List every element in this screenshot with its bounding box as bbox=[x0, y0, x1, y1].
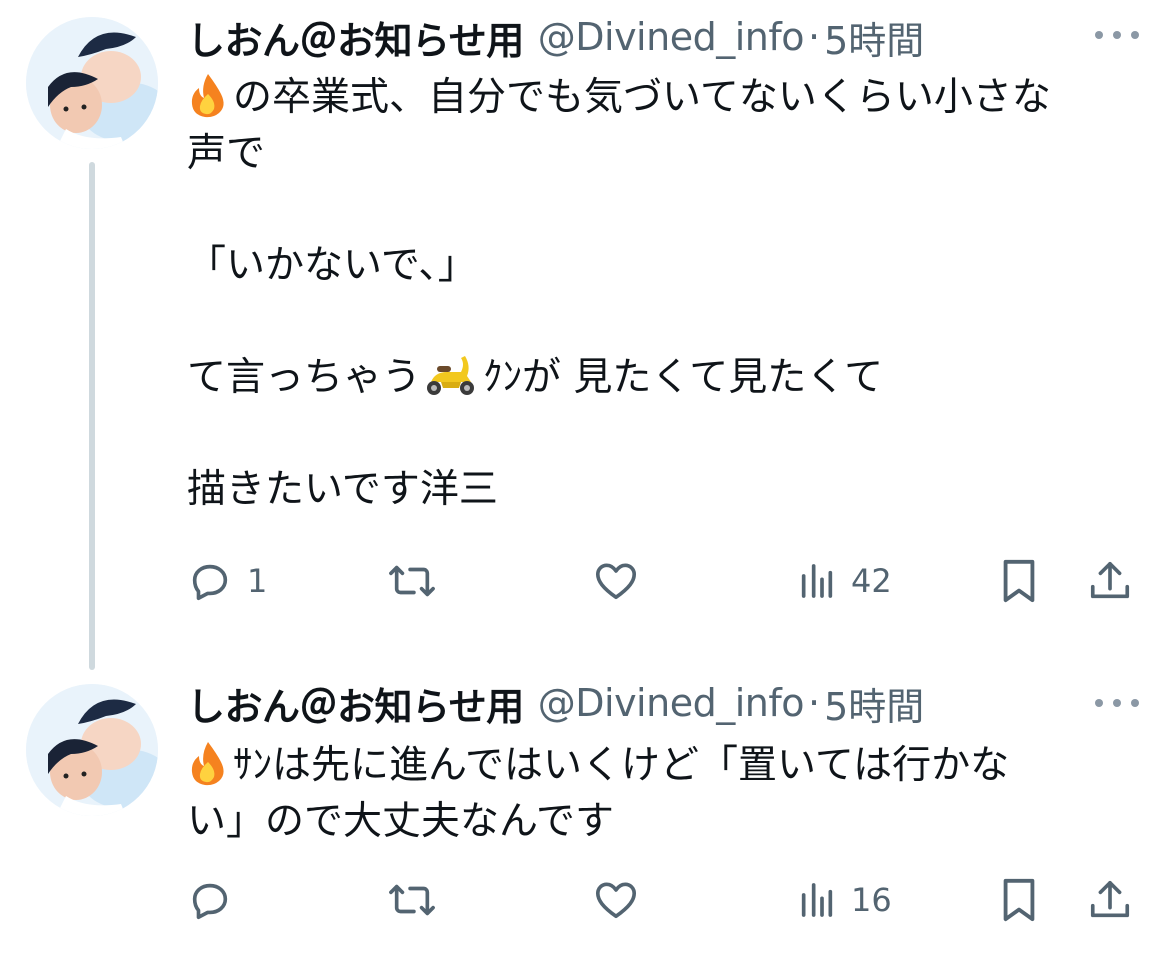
bookmark-icon bbox=[1003, 559, 1035, 603]
views-button[interactable]: 16 bbox=[797, 876, 892, 924]
share-button[interactable] bbox=[1087, 876, 1133, 924]
bar-chart-icon bbox=[801, 883, 833, 917]
reply-count: 1 bbox=[247, 562, 268, 600]
share-icon bbox=[1090, 880, 1130, 918]
reply-button[interactable]: 1 bbox=[187, 557, 267, 605]
fire-emoji bbox=[187, 72, 229, 118]
more-options-icon[interactable] bbox=[1095, 25, 1139, 45]
like-button[interactable] bbox=[592, 557, 654, 605]
handle[interactable]: @Divined_info bbox=[538, 15, 805, 59]
reply-button[interactable] bbox=[187, 876, 247, 924]
reply-icon bbox=[192, 883, 228, 920]
tweet-text-segment: ｻﾝは先に進んではいくけど「置いては行かな bbox=[233, 743, 1010, 788]
avatar[interactable] bbox=[26, 684, 158, 816]
reply-icon bbox=[192, 564, 228, 601]
retweet-icon bbox=[389, 884, 435, 916]
action-bar: 16 bbox=[187, 876, 1147, 924]
retweet-button[interactable] bbox=[387, 557, 451, 605]
bookmark-button[interactable] bbox=[999, 557, 1039, 605]
display-name[interactable]: しおん＠お知らせ用 bbox=[187, 676, 524, 731]
tweet-line: い」ので大丈夫なんです bbox=[187, 799, 615, 844]
avatar[interactable] bbox=[26, 17, 158, 149]
tweet-text: の卒業式、自分でも気づいてないくらい小さな 声で 「いかないで、」 て言っちゃう… bbox=[187, 70, 1147, 518]
tweet-line: て言っちゃう ｸﾝが 見たくて見たくて bbox=[187, 350, 1147, 406]
heart-icon bbox=[595, 563, 637, 600]
share-icon bbox=[1090, 561, 1130, 599]
tweet[interactable]: しおん＠お知らせ用 @Divined_info · 5時間 の卒業式、自分でも気… bbox=[0, 0, 1170, 670]
display-name[interactable]: しおん＠お知らせ用 bbox=[187, 10, 524, 65]
thread-line bbox=[89, 162, 95, 670]
views-count: 16 bbox=[851, 881, 892, 919]
scooter-emoji bbox=[421, 352, 479, 398]
tweet-text-segment: て言っちゃう bbox=[187, 355, 422, 400]
more-options-icon[interactable] bbox=[1095, 693, 1139, 713]
tweet-header: しおん＠お知らせ用 @Divined_info · 5時間 bbox=[187, 14, 924, 63]
tweet-text-segment: ｸﾝが 見たくて見たくて bbox=[483, 355, 884, 400]
timestamp[interactable]: 5時間 bbox=[824, 10, 924, 65]
tweet-line: ｻﾝは先に進んではいくけど「置いては行かな bbox=[187, 738, 1147, 794]
tweet-header: しおん＠お知らせ用 @Divined_info · 5時間 bbox=[187, 680, 924, 729]
separator: · bbox=[807, 15, 821, 59]
fire-emoji bbox=[187, 740, 229, 786]
retweet-icon bbox=[389, 565, 435, 597]
share-button[interactable] bbox=[1087, 557, 1133, 605]
tweet-line: 描きたいです洋三 bbox=[187, 467, 498, 512]
retweet-button[interactable] bbox=[387, 876, 451, 924]
views-button[interactable]: 42 bbox=[797, 557, 892, 605]
tweet-line: 「いかないで、」 bbox=[187, 243, 477, 288]
timestamp[interactable]: 5時間 bbox=[824, 676, 924, 731]
separator: · bbox=[807, 681, 821, 725]
action-bar: 1 42 bbox=[187, 557, 1147, 605]
tweet-line: の卒業式、自分でも気づいてないくらい小さな bbox=[187, 70, 1147, 126]
tweet[interactable]: しおん＠お知らせ用 @Divined_info · 5時間 ｻﾝは先に進んではい… bbox=[0, 670, 1170, 954]
like-button[interactable] bbox=[592, 876, 654, 924]
tweet-line: 声で bbox=[187, 131, 266, 176]
bookmark-button[interactable] bbox=[999, 876, 1039, 924]
tweet-text: ｻﾝは先に進んではいくけど「置いては行かな い」ので大丈夫なんです bbox=[187, 738, 1147, 850]
handle[interactable]: @Divined_info bbox=[538, 681, 805, 725]
heart-icon bbox=[595, 882, 637, 919]
bookmark-icon bbox=[1003, 878, 1035, 922]
views-count: 42 bbox=[851, 562, 892, 600]
bar-chart-icon bbox=[801, 564, 833, 598]
tweet-text-segment: の卒業式、自分でも気づいてないくらい小さな bbox=[233, 75, 1051, 120]
